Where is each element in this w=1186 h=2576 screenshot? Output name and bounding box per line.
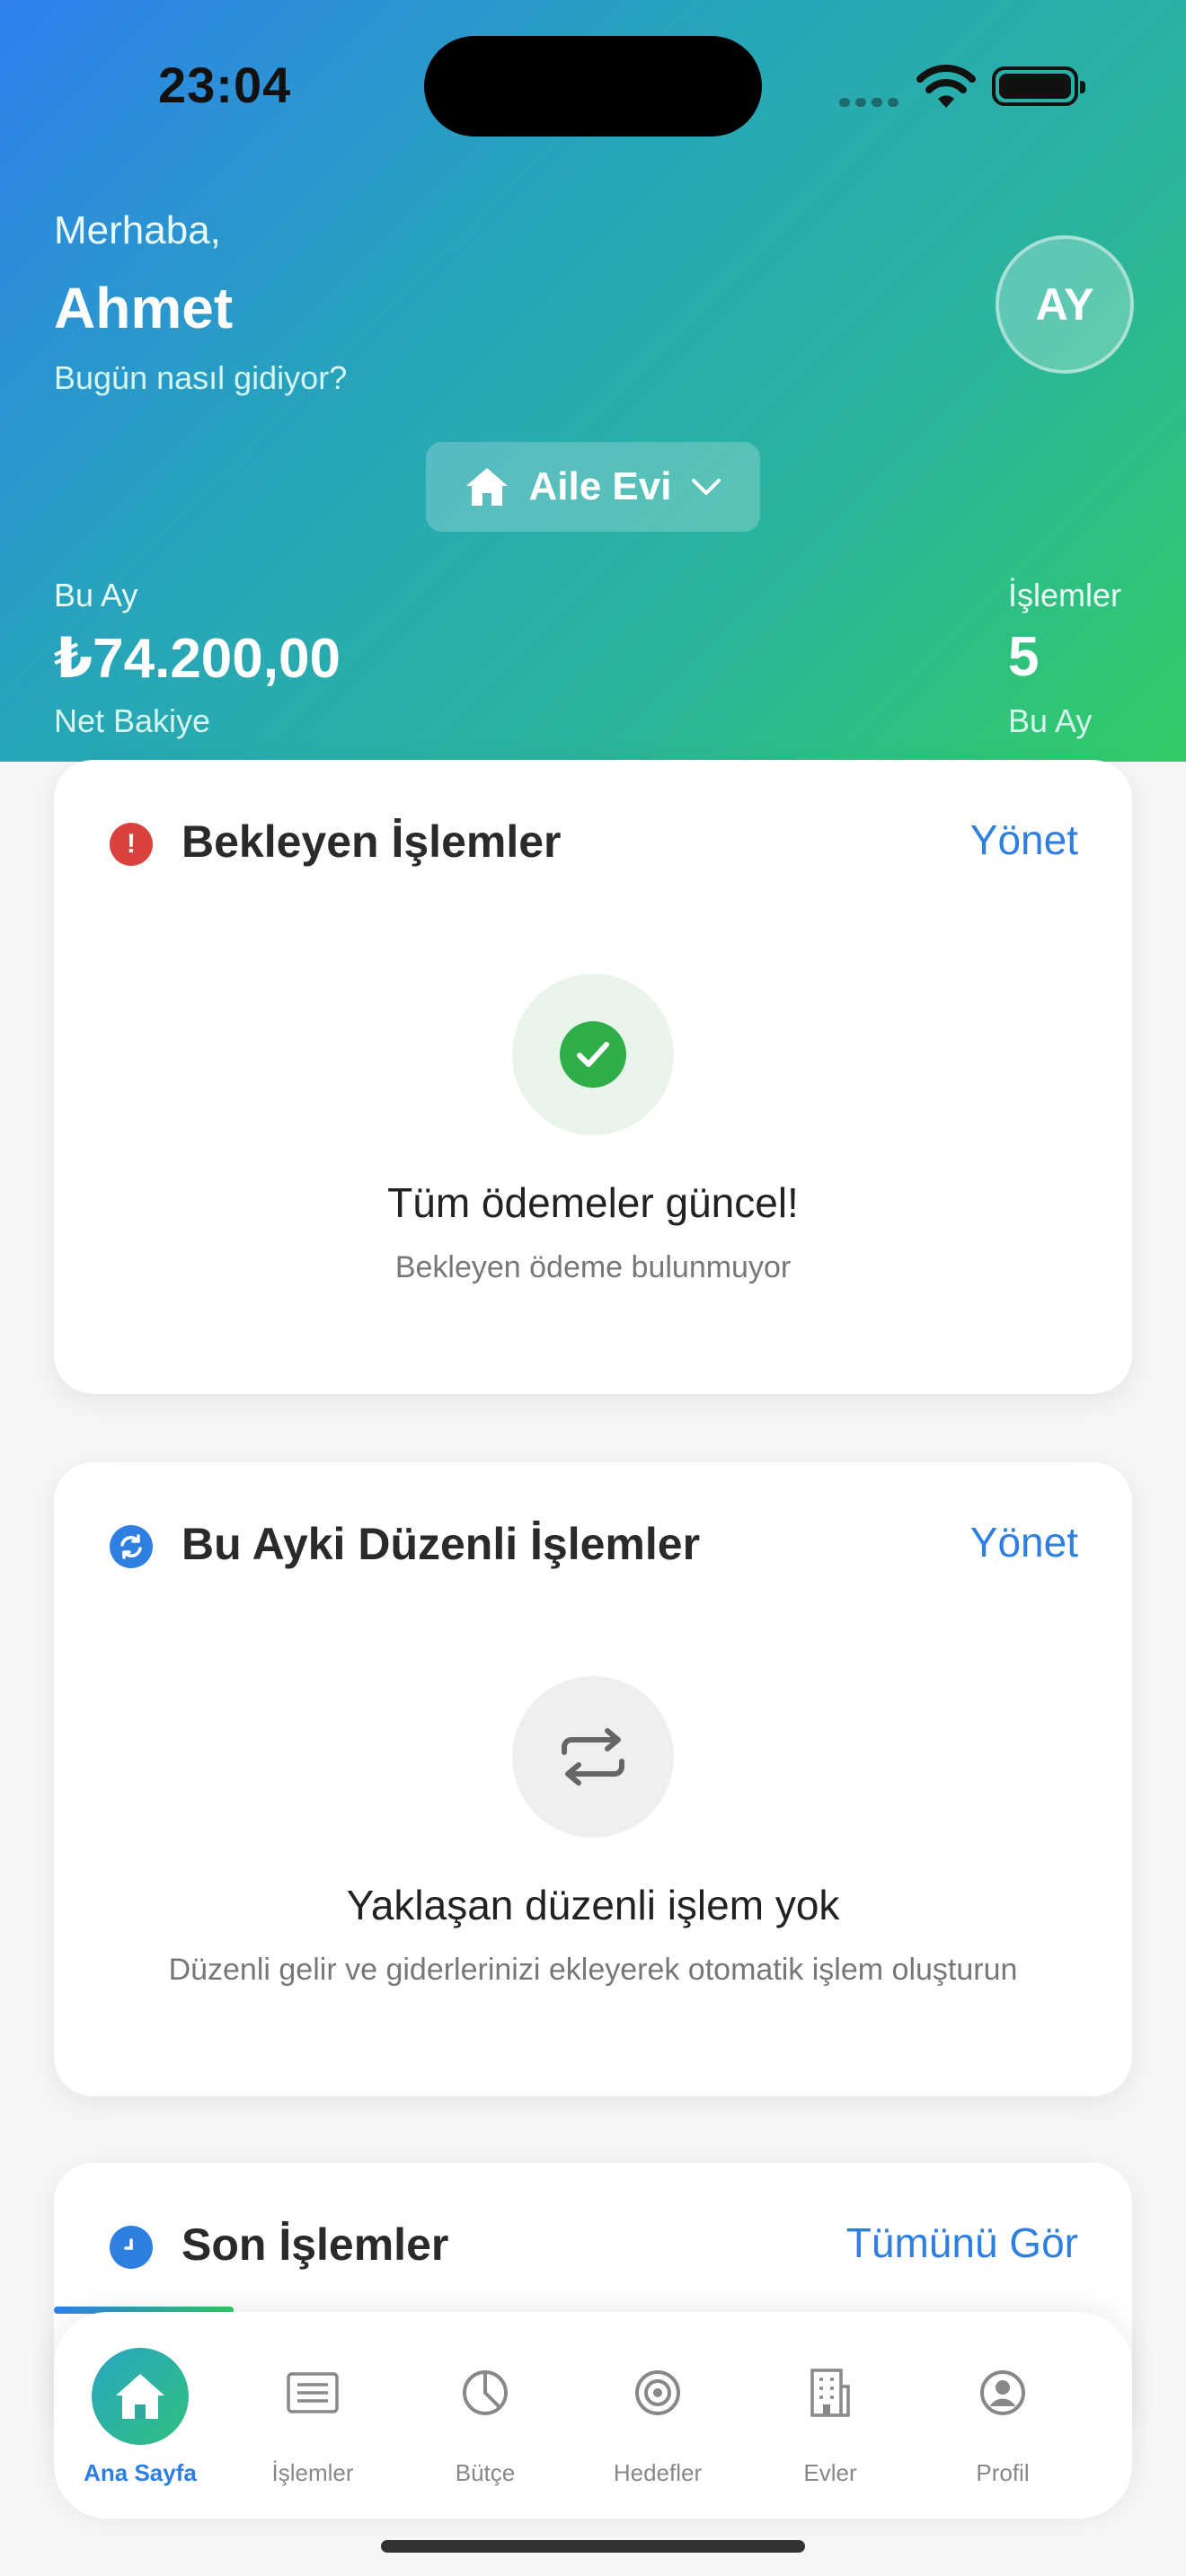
chevron-down-icon (692, 479, 721, 495)
home-indicator[interactable] (381, 2540, 805, 2553)
tab-transactions[interactable]: İşlemler (226, 2312, 399, 2519)
header-banner: 23:04 Merhaba, Ahmet Bugün nasıl gidiyor… (0, 0, 1186, 762)
transactions-label: İşlemler (1008, 577, 1122, 613)
checkmark-icon (560, 1021, 626, 1088)
greeting-text: Merhaba, (54, 208, 221, 252)
house-icon (465, 468, 508, 506)
tab-budget[interactable]: Bütçe (399, 2312, 571, 2519)
profile-icon (958, 2348, 1048, 2438)
building-icon (785, 2348, 875, 2438)
pending-card-title: Bekleyen İşlemler (181, 816, 562, 867)
transactions-count: 5 (1008, 626, 1040, 688)
cellular-signal-icon (839, 95, 904, 111)
greeting-subtitle: Bugün nasıl gidiyor? (54, 359, 348, 396)
tab-transactions-label: İşlemler (271, 2459, 354, 2486)
pie-chart-icon (440, 2348, 530, 2438)
tab-profile[interactable]: Profil (916, 2312, 1089, 2519)
house-selector[interactable]: Aile Evi (426, 442, 760, 532)
repeat-arrows-icon (562, 1728, 624, 1786)
tab-budget-label: Bütçe (455, 2459, 516, 2486)
wifi-icon (916, 65, 976, 108)
tab-goals-label: Hedefler (613, 2459, 703, 2486)
user-name: Ahmet (54, 276, 234, 340)
recurring-manage-button[interactable]: Yönet (970, 1518, 1078, 1566)
recurring-empty-title: Yaklaşan düzenli işlem yok (346, 1882, 840, 1928)
pending-empty-title: Tüm ödemeler güncel! (387, 1179, 799, 1226)
recurring-transactions-card: Bu Ayki Düzenli İşlemler Yönet Yaklaşan … (54, 1462, 1132, 2096)
clock-icon (110, 2226, 153, 2269)
tab-home[interactable]: Ana Sayfa (54, 2312, 226, 2519)
net-balance-value: ₺74.200,00 (54, 628, 341, 690)
dynamic-island (424, 36, 762, 137)
avatar-initials: AY (1035, 279, 1094, 330)
pending-manage-button[interactable]: Yönet (970, 816, 1078, 864)
tab-goals[interactable]: Hedefler (571, 2312, 744, 2519)
tab-houses[interactable]: Evler (744, 2312, 916, 2519)
success-badge (512, 974, 674, 1135)
pending-empty-subtitle: Bekleyen ödeme bulunmuyor (394, 1250, 792, 1284)
repeat-icon (110, 1525, 153, 1568)
tab-houses-label: Evler (803, 2459, 857, 2486)
status-time: 23:04 (158, 57, 292, 113)
avatar[interactable]: AY (996, 235, 1134, 374)
month-label: Bu Ay (54, 577, 138, 613)
pending-transactions-card: ! Bekleyen İşlemler Yönet Tüm ödemeler g… (54, 760, 1132, 1394)
repeat-badge (512, 1676, 674, 1838)
tab-home-label: Ana Sayfa (84, 2459, 197, 2486)
home-icon (92, 2348, 189, 2445)
recent-card-title: Son İşlemler (181, 2219, 449, 2270)
battery-icon (992, 66, 1085, 106)
tab-bar: Ana Sayfa İşlemler Bütçe Hedefler Evler … (54, 2312, 1132, 2519)
recurring-card-title: Bu Ayki Düzenli İşlemler (181, 1519, 701, 1569)
list-icon (268, 2348, 358, 2438)
see-all-button[interactable]: Tümünü Gör (846, 2219, 1078, 2267)
house-selector-label: Aile Evi (528, 464, 672, 508)
transactions-period: Bu Ay (1008, 702, 1093, 739)
target-icon (613, 2348, 703, 2438)
exclamation-icon: ! (110, 823, 153, 866)
tab-profile-label: Profil (976, 2459, 1030, 2486)
recurring-empty-subtitle: Düzenli gelir ve giderlerinizi ekleyerek… (168, 1953, 1018, 1987)
net-balance-label: Net Bakiye (54, 702, 211, 739)
status-bar: 23:04 (0, 0, 1186, 171)
